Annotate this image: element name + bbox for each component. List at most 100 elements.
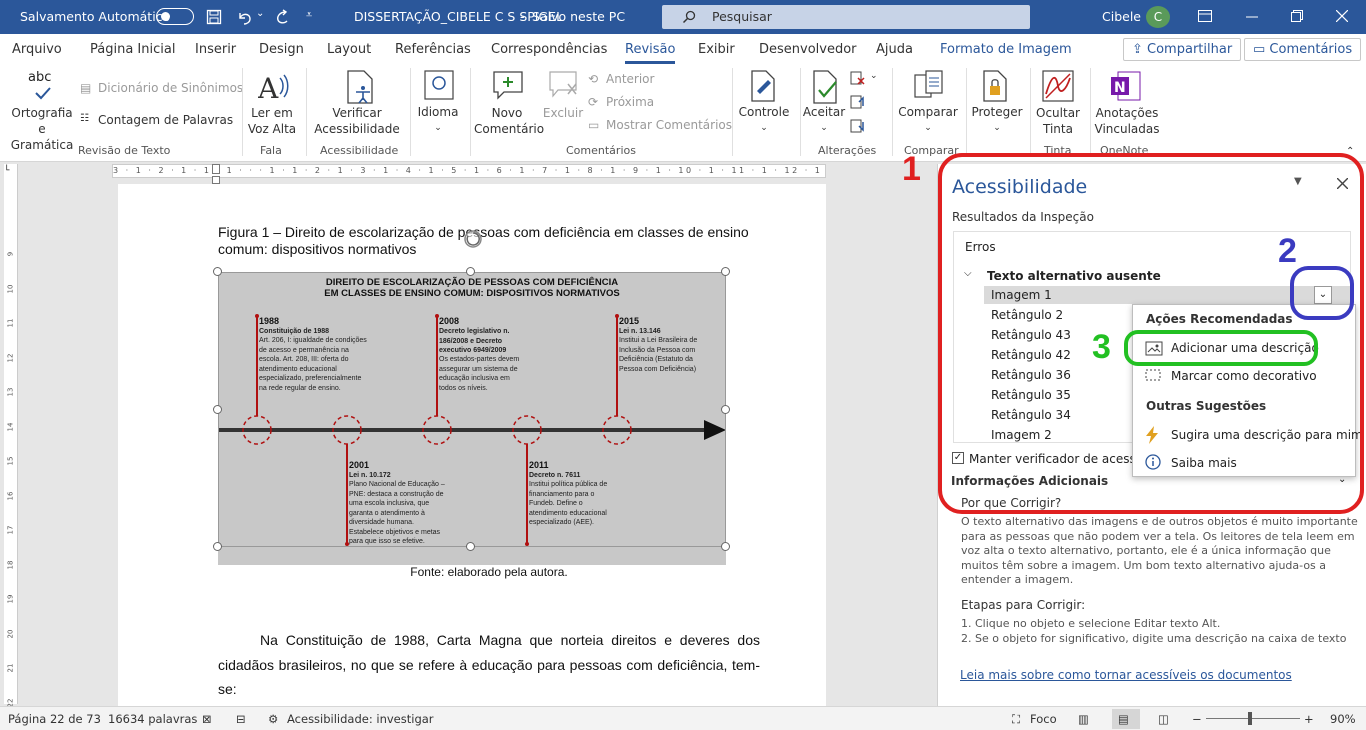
resize-handle[interactable]	[466, 267, 475, 276]
read-aloud-button[interactable]: Ler em Voz Alta	[246, 105, 298, 137]
next-comment-button[interactable]: Próxima	[606, 94, 654, 110]
vertical-ruler[interactable]: 91011121314151617181920212223	[4, 164, 18, 707]
title-bar: Salvamento Automático ⌄ ⩡ DISSERTAÇÃO_CI…	[0, 0, 1366, 34]
read-aloud-icon: A	[258, 72, 289, 104]
redo-icon[interactable]	[274, 9, 290, 25]
chevron-down-icon[interactable]: ⌄	[256, 8, 264, 19]
new-comment-button[interactable]: Novo Comentário	[474, 105, 544, 137]
resize-handle[interactable]	[213, 405, 222, 414]
resize-handle[interactable]	[721, 405, 730, 414]
previous-change-icon[interactable]	[850, 94, 866, 110]
accessibility-status[interactable]: Acessibilidade: investigar	[287, 712, 434, 726]
tab-inserir[interactable]: Inserir	[195, 42, 236, 57]
event-text: Os estados-partes devem assegurar um sis…	[439, 356, 520, 392]
step-1: 1. Clique no objeto e selecione Editar t…	[961, 617, 1221, 630]
next-change-icon[interactable]	[850, 118, 866, 134]
macro-icon[interactable]: ⊟	[236, 712, 246, 726]
tab-arquivo[interactable]: Arquivo	[12, 42, 62, 57]
resize-handle[interactable]	[721, 542, 730, 551]
tab-correspondencias[interactable]: Correspondências	[491, 42, 607, 57]
language-button[interactable]: Idioma	[414, 104, 462, 120]
search-input[interactable]: Pesquisar	[662, 5, 1030, 29]
selected-image[interactable]: DIREITO DE ESCOLARIZAÇÃO DE PESSOAS COM …	[218, 272, 726, 565]
search-icon	[682, 10, 696, 24]
reject-icon[interactable]	[850, 70, 866, 86]
event-text: Art. 206, I: igualdade de condições de a…	[259, 337, 367, 392]
annotation-number-3: 3	[1092, 328, 1111, 366]
ruler-number: 19	[6, 594, 15, 604]
wordcount-button[interactable]: Contagem de Palavras	[98, 112, 233, 128]
restore-icon[interactable]	[1291, 10, 1303, 22]
thesaurus-button[interactable]: Dicionário de Sinônimos	[98, 80, 243, 96]
hide-ink-button[interactable]: Ocultar Tinta	[1032, 105, 1084, 137]
delete-comment-button[interactable]: Excluir	[540, 105, 586, 121]
share-button[interactable]: ⇪ Compartilhar	[1123, 38, 1242, 61]
search-placeholder: Pesquisar	[712, 9, 772, 24]
tab-formato-imagem[interactable]: Formato de Imagem	[940, 42, 1072, 57]
show-comments-button[interactable]: Mostrar Comentários	[606, 117, 732, 133]
word-count[interactable]: 16634 palavras	[108, 712, 197, 726]
zoom-in-icon[interactable]: +	[1304, 712, 1314, 726]
tracking-button[interactable]: Controle	[736, 104, 792, 120]
minimize-icon[interactable]	[1246, 16, 1258, 18]
avatar[interactable]: C	[1146, 6, 1170, 28]
accept-button[interactable]: Aceitar	[800, 104, 848, 120]
check-accessibility-button[interactable]: Verificar Acessibilidade	[310, 105, 404, 137]
left-indent-marker[interactable]	[212, 176, 220, 184]
ruler-number: 13	[6, 387, 15, 397]
tab-desenvolvedor[interactable]: Desenvolvedor	[759, 42, 857, 57]
resize-handle[interactable]	[721, 267, 730, 276]
resize-handle[interactable]	[213, 267, 222, 276]
figure-source: Fonte: elaborado pela autora.	[410, 565, 568, 579]
group-comentarios: Comentários	[566, 144, 636, 157]
undo-icon[interactable]	[236, 9, 252, 25]
tab-revisao[interactable]: Revisão	[625, 42, 676, 64]
protect-button[interactable]: Proteger	[970, 104, 1024, 120]
compare-button[interactable]: Comparar	[896, 104, 960, 120]
linked-notes-button[interactable]: Anotações Vinculadas	[1092, 105, 1162, 137]
previous-icon: ⟲	[588, 72, 599, 86]
ruler-number: 11	[6, 318, 15, 328]
zoom-out-icon[interactable]: −	[1192, 712, 1202, 726]
tab-layout[interactable]: Layout	[327, 42, 371, 57]
read-mode-icon[interactable]: ▥	[1078, 712, 1089, 726]
new-comment-icon	[493, 71, 523, 100]
comments-button[interactable]: ▭ Comentários	[1244, 38, 1362, 61]
tab-exibir[interactable]: Exibir	[698, 42, 735, 57]
tab-pagina-inicial[interactable]: Página Inicial	[90, 42, 175, 57]
proofing-icon[interactable]: ⊠	[202, 712, 212, 726]
event-text: Institui política pública de financiamen…	[529, 481, 608, 526]
tab-selector[interactable]: └	[4, 166, 16, 176]
zoom-slider-thumb[interactable]	[1248, 712, 1252, 725]
ribbon-display-icon[interactable]	[1198, 10, 1212, 22]
zoom-slider[interactable]	[1206, 718, 1300, 719]
tab-referencias[interactable]: Referências	[395, 42, 471, 57]
learn-more-link[interactable]: Leia mais sobre como tornar acessíveis o…	[960, 668, 1292, 682]
save-icon[interactable]	[206, 9, 222, 25]
ruler-number: 12	[6, 353, 15, 362]
previous-comment-button[interactable]: Anterior	[606, 71, 654, 87]
tab-design[interactable]: Design	[259, 42, 304, 57]
spelling-button[interactable]: Ortografia e Gramática	[8, 105, 76, 153]
user-name[interactable]: Cibele	[1102, 9, 1141, 24]
zoom-level[interactable]: 90%	[1330, 712, 1356, 726]
indent-marker[interactable]	[212, 164, 220, 174]
event-year: 2011	[529, 460, 549, 470]
page-count[interactable]: Página 22 de 73	[8, 712, 101, 726]
compare-icon	[914, 70, 943, 98]
resize-handle[interactable]	[213, 542, 222, 551]
tab-ajuda[interactable]: Ajuda	[876, 42, 913, 57]
annotation-box-green	[1124, 330, 1318, 366]
customize-toolbar-icon[interactable]: ⩡	[306, 8, 312, 22]
rotate-handle-icon[interactable]	[462, 228, 484, 250]
language-icon	[424, 70, 454, 100]
ruler-number: 10	[6, 284, 15, 293]
close-window-icon[interactable]	[1336, 10, 1348, 22]
autosave-toggle[interactable]	[156, 8, 194, 25]
web-layout-icon[interactable]: ◫	[1158, 712, 1169, 726]
ruler-number: 17	[6, 525, 15, 535]
autosave-label: Salvamento Automático	[20, 9, 171, 24]
resize-handle[interactable]	[466, 542, 475, 551]
focus-button[interactable]: Foco	[1030, 712, 1057, 726]
print-layout-icon[interactable]: ▤	[1118, 712, 1129, 726]
